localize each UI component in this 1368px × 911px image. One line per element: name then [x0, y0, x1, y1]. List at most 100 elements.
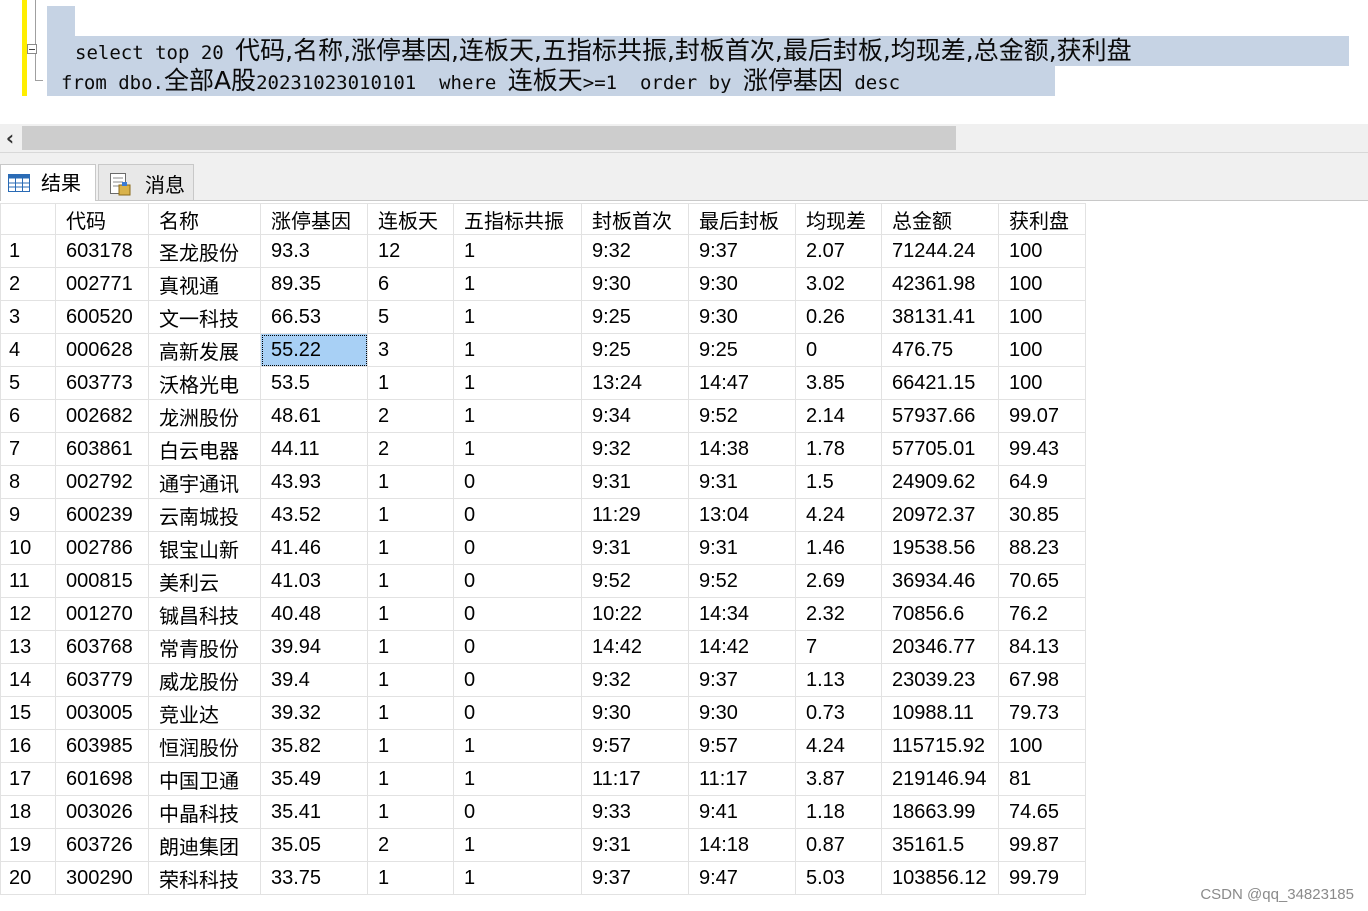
table-cell[interactable]: 601698 — [55, 762, 149, 796]
table-cell[interactable]: 100 — [998, 366, 1086, 400]
row-number-cell[interactable]: 13 — [0, 630, 56, 664]
table-cell[interactable]: 3 — [367, 333, 454, 367]
table-cell[interactable]: 002771 — [55, 267, 149, 301]
table-cell[interactable]: 9:31 — [581, 531, 689, 565]
table-cell[interactable]: 20346.77 — [881, 630, 999, 664]
row-number-cell[interactable]: 2 — [0, 267, 56, 301]
table-row[interactable]: 4 000628 高新发展 55.22 3 1 9:25 9:25 0 476.75 100 — [0, 333, 1086, 367]
table-cell[interactable]: 36934.46 — [881, 564, 999, 598]
table-cell[interactable]: 33.75 — [260, 861, 368, 895]
column-header[interactable]: 连板天 — [367, 203, 454, 235]
table-cell[interactable]: 42361.98 — [881, 267, 999, 301]
table-cell[interactable]: 100 — [998, 267, 1086, 301]
table-cell[interactable]: 11:17 — [581, 762, 689, 796]
table-cell[interactable]: 9:34 — [581, 399, 689, 433]
table-cell[interactable]: 35.05 — [260, 828, 368, 862]
table-cell[interactable]: 219146.94 — [881, 762, 999, 796]
table-cell[interactable]: 89.35 — [260, 267, 368, 301]
table-cell[interactable]: 300290 — [55, 861, 149, 895]
tab-results[interactable]: 结果 — [0, 164, 96, 201]
row-number-cell[interactable]: 14 — [0, 663, 56, 697]
table-cell[interactable]: 100 — [998, 234, 1086, 268]
table-cell[interactable]: 3.87 — [795, 762, 882, 796]
table-cell[interactable]: 龙洲股份 — [148, 399, 261, 433]
row-number-header[interactable] — [0, 203, 56, 235]
table-row[interactable]: 13 603768 常青股份 39.94 1 0 14:42 14:42 7 20346.77 84… — [0, 630, 1086, 664]
table-cell[interactable]: 6 — [367, 267, 454, 301]
table-cell[interactable]: 57705.01 — [881, 432, 999, 466]
table-cell[interactable]: 48.61 — [260, 399, 368, 433]
table-cell[interactable]: 1.5 — [795, 465, 882, 499]
table-cell[interactable]: 9:57 — [581, 729, 689, 763]
table-row[interactable]: 6 002682 龙洲股份 48.61 2 1 9:34 9:52 2.14 57937.66 99… — [0, 399, 1086, 433]
table-cell[interactable]: 白云电器 — [148, 432, 261, 466]
table-cell[interactable]: 19538.56 — [881, 531, 999, 565]
results-table[interactable]: 代码 名称 涨停基因 连板天 五指标共振 封板首次 最后封板 均现差 总金额 获… — [0, 203, 1086, 895]
table-cell[interactable]: 银宝山新 — [148, 531, 261, 565]
table-cell[interactable]: 9:30 — [688, 267, 796, 301]
table-cell[interactable]: 14:42 — [581, 630, 689, 664]
table-cell[interactable]: 9:25 — [581, 300, 689, 334]
table-row[interactable]: 14 603779 威龙股份 39.4 1 0 9:32 9:37 1.13 23039.23 67… — [0, 663, 1086, 697]
table-cell[interactable]: 600239 — [55, 498, 149, 532]
sql-line-2[interactable]: from dbo.全部A股20231023010101 where 连板天>=1… — [47, 66, 1055, 96]
table-cell[interactable]: 9:31 — [581, 465, 689, 499]
table-cell[interactable]: 603726 — [55, 828, 149, 862]
table-cell[interactable]: 115715.92 — [881, 729, 999, 763]
table-cell[interactable]: 1 — [453, 234, 582, 268]
row-number-cell[interactable]: 5 — [0, 366, 56, 400]
table-cell[interactable]: 39.32 — [260, 696, 368, 730]
table-cell[interactable]: 沃格光电 — [148, 366, 261, 400]
table-cell[interactable]: 81 — [998, 762, 1086, 796]
row-number-cell[interactable]: 6 — [0, 399, 56, 433]
table-row[interactable]: 8 002792 通宇通讯 43.93 1 0 9:31 9:31 1.5 24909.62 64.… — [0, 465, 1086, 499]
table-cell[interactable]: 1.78 — [795, 432, 882, 466]
table-cell[interactable]: 常青股份 — [148, 630, 261, 664]
table-cell[interactable]: 9:37 — [688, 234, 796, 268]
sql-line-1[interactable]: select top 20 代码,名称,涨停基因,连板天,五指标共振,封板首次,… — [47, 36, 1349, 66]
table-cell[interactable]: 35.41 — [260, 795, 368, 829]
column-header[interactable]: 名称 — [148, 203, 261, 235]
table-cell[interactable]: 2 — [367, 432, 454, 466]
table-cell[interactable]: 66.53 — [260, 300, 368, 334]
table-row[interactable]: 11 000815 美利云 41.03 1 0 9:52 9:52 2.69 36934.46 70… — [0, 564, 1086, 598]
table-cell[interactable]: 9:32 — [581, 663, 689, 697]
table-cell[interactable]: 9:37 — [688, 663, 796, 697]
table-cell[interactable]: 9:57 — [688, 729, 796, 763]
table-cell[interactable]: 9:30 — [581, 267, 689, 301]
table-cell[interactable]: 2.14 — [795, 399, 882, 433]
table-cell[interactable]: 5.03 — [795, 861, 882, 895]
table-cell[interactable]: 文一科技 — [148, 300, 261, 334]
table-cell[interactable]: 99.79 — [998, 861, 1086, 895]
table-cell[interactable]: 1 — [453, 762, 582, 796]
table-cell[interactable]: 40.48 — [260, 597, 368, 631]
table-cell[interactable]: 1 — [367, 465, 454, 499]
table-row[interactable]: 20 300290 荣科科技 33.75 1 1 9:37 9:47 5.03 103856.12… — [0, 861, 1086, 895]
table-cell[interactable]: 1 — [453, 861, 582, 895]
table-cell[interactable]: 10988.11 — [881, 696, 999, 730]
column-header[interactable]: 涨停基因 — [260, 203, 368, 235]
table-cell[interactable]: 2.32 — [795, 597, 882, 631]
table-cell[interactable]: 4.24 — [795, 729, 882, 763]
row-number-cell[interactable]: 3 — [0, 300, 56, 334]
table-cell[interactable]: 1 — [367, 366, 454, 400]
column-header[interactable]: 五指标共振 — [453, 203, 582, 235]
table-cell[interactable]: 1 — [453, 729, 582, 763]
table-cell[interactable]: 64.9 — [998, 465, 1086, 499]
table-cell[interactable]: 3.02 — [795, 267, 882, 301]
table-cell[interactable]: 41.46 — [260, 531, 368, 565]
table-cell[interactable]: 11:29 — [581, 498, 689, 532]
table-cell[interactable]: 93.3 — [260, 234, 368, 268]
table-cell[interactable]: 威龙股份 — [148, 663, 261, 697]
table-cell[interactable]: 002792 — [55, 465, 149, 499]
table-cell[interactable]: 2.69 — [795, 564, 882, 598]
results-grid[interactable]: 代码 名称 涨停基因 连板天 五指标共振 封板首次 最后封板 均现差 总金额 获… — [0, 203, 1368, 911]
table-row[interactable]: 1 603178 圣龙股份 93.3 12 1 9:32 9:37 2.07 71244.24 10… — [0, 234, 1086, 268]
table-cell[interactable]: 100 — [998, 300, 1086, 334]
table-cell[interactable]: 88.23 — [998, 531, 1086, 565]
table-cell[interactable]: 30.85 — [998, 498, 1086, 532]
table-cell[interactable]: 70856.6 — [881, 597, 999, 631]
row-number-cell[interactable]: 1 — [0, 234, 56, 268]
table-cell[interactable]: 1 — [367, 861, 454, 895]
table-cell[interactable]: 恒润股份 — [148, 729, 261, 763]
